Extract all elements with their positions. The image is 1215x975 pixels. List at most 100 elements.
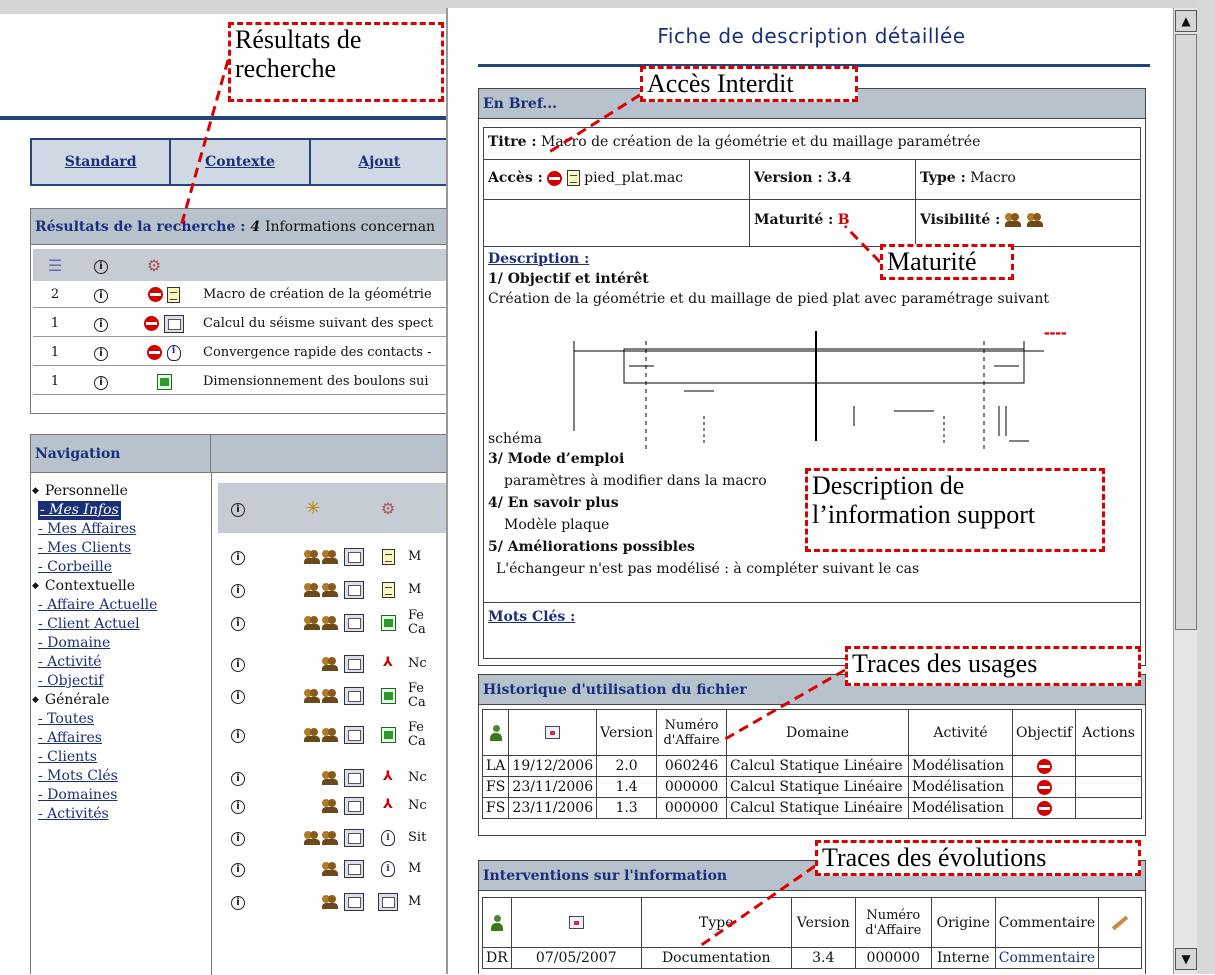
list-row[interactable]: i ⅄ Nc xyxy=(218,790,450,822)
info-icon[interactable]: i xyxy=(218,616,258,631)
results-header: Résultats de la recherche : 4 Informatio… xyxy=(31,209,449,245)
row-title[interactable]: Fe Ca xyxy=(408,609,426,637)
forbidden-icon[interactable] xyxy=(1036,779,1052,795)
access-file-link[interactable]: pied_plat.mac xyxy=(584,170,683,186)
int-type-column: Type xyxy=(640,897,792,948)
nav-item[interactable]: - Objectif xyxy=(30,672,208,691)
pdf-icon: ⅄ xyxy=(383,655,393,670)
list-row[interactable]: i Fe Ca xyxy=(218,719,450,751)
schema-label: schéma xyxy=(488,431,542,447)
visibility-icons xyxy=(258,581,368,599)
info-icon[interactable]: i xyxy=(218,862,258,877)
scroll-up-button[interactable]: ▲ xyxy=(1175,10,1197,32)
nav-item[interactable]: - Mes Infos xyxy=(30,501,208,520)
popup-scrollbar[interactable]: ▲ ▼ xyxy=(1173,8,1197,974)
info-icon[interactable]: i xyxy=(218,657,258,672)
tab-contexte[interactable]: Contexte xyxy=(171,140,311,184)
user-icon xyxy=(489,724,502,741)
nav-item[interactable]: - Mes Clients xyxy=(30,539,208,558)
nav-item[interactable]: - Mes Affaires xyxy=(30,520,208,539)
row-title[interactable]: Fe Ca xyxy=(408,682,426,710)
info-icon[interactable]: i xyxy=(218,799,258,814)
info-icon[interactable]: i xyxy=(77,287,125,303)
list-row[interactable]: i iM xyxy=(218,853,450,885)
forbidden-icon[interactable] xyxy=(1036,758,1052,774)
tab-ajout[interactable]: Ajout xyxy=(311,140,448,184)
type-icon: i xyxy=(368,830,408,846)
visibility-icons xyxy=(258,548,368,566)
list-row[interactable]: i ⅄ Nc xyxy=(218,648,450,680)
row-title[interactable]: Sit xyxy=(408,831,426,845)
access-forbidden-icon xyxy=(547,170,563,186)
nav-item[interactable]: - Client Actuel xyxy=(30,615,208,634)
nav-item[interactable]: - Activité xyxy=(30,653,208,672)
intervention-row: DR 07/05/2007 Documentation 3.4 000000 Intern… xyxy=(482,947,1142,969)
actions-column: Actions xyxy=(1075,709,1142,756)
info-icon[interactable]: i xyxy=(218,771,258,786)
info-icon[interactable]: i xyxy=(77,316,125,332)
row-title[interactable]: M xyxy=(408,550,421,564)
type-icon: ⅄ xyxy=(368,656,408,672)
nav-item[interactable]: - Toutes xyxy=(30,710,208,729)
result-count: 1 xyxy=(50,316,60,331)
result-row[interactable]: 1 i i Convergence rapide des contacts - xyxy=(33,340,447,366)
row-title[interactable]: M xyxy=(408,895,421,909)
info-icon[interactable]: i xyxy=(77,374,125,390)
nav-item[interactable]: - Domaine xyxy=(30,634,208,653)
type-icon xyxy=(368,727,408,743)
list-row[interactable]: i M xyxy=(218,541,450,573)
spreadsheet-icon xyxy=(380,727,396,743)
result-title[interactable]: Calcul du séisme suivant des spect xyxy=(203,316,447,331)
tab-standard[interactable]: Standard xyxy=(32,140,172,184)
result-title[interactable]: Dimensionnement des boulons sui xyxy=(203,374,447,389)
nav-item[interactable]: - Corbeille xyxy=(30,558,208,577)
info-icon[interactable]: i xyxy=(218,831,258,846)
annotation-resultats: Résultats de recherche xyxy=(228,22,444,102)
mots-cles-link[interactable]: Mots Clés : xyxy=(488,609,575,625)
visibility-icons xyxy=(258,655,368,673)
row-title[interactable]: Nc xyxy=(408,799,427,813)
nav-item[interactable]: - Clients xyxy=(30,748,208,767)
row-title[interactable]: M xyxy=(408,862,421,876)
visibility-icons xyxy=(258,614,368,632)
type-header-icon: ⚙ xyxy=(380,498,396,518)
list-row[interactable]: i Fe Ca xyxy=(218,680,450,712)
info-icon[interactable]: i xyxy=(218,689,258,704)
document-icon xyxy=(381,549,395,565)
forbidden-icon[interactable] xyxy=(1036,800,1052,816)
scroll-down-button[interactable]: ▼ xyxy=(1175,948,1197,970)
row-title[interactable]: Nc xyxy=(408,657,427,671)
info-icon[interactable]: i xyxy=(218,583,258,598)
list-row[interactable]: i i Sit xyxy=(218,822,450,854)
result-title[interactable]: Macro de création de la géométrie xyxy=(203,287,447,302)
commentaire-link[interactable]: Commentaire xyxy=(994,947,1100,969)
nav-item[interactable]: - Affaire Actuelle xyxy=(30,596,208,615)
results-column-header: ☰ i ⚙ xyxy=(33,249,447,281)
nav-item[interactable]: - Activités xyxy=(30,805,208,824)
sort-icon[interactable]: ☰ xyxy=(33,256,77,275)
row-title[interactable]: Fe Ca xyxy=(408,721,426,749)
ameliorations-text: L'échangeur n'est pas modélisé : à compl… xyxy=(496,561,920,577)
result-title[interactable]: Convergence rapide des contacts - xyxy=(203,345,447,360)
list-row[interactable]: i M xyxy=(218,574,450,606)
annotation-maturite: Maturité xyxy=(880,244,1014,280)
info-icon[interactable]: i xyxy=(218,728,258,743)
row-title[interactable]: Nc xyxy=(408,771,427,785)
nav-item[interactable]: - Affaires xyxy=(30,729,208,748)
nav-item[interactable]: - Mots Clés xyxy=(30,767,208,786)
info-icon[interactable]: i xyxy=(218,895,258,910)
result-row[interactable]: 1 i Calcul du séisme suivant des spect xyxy=(33,311,447,337)
info-icon[interactable]: i xyxy=(218,550,258,565)
interventions-table: Type Version Numéro d'Affaire Origine Co… xyxy=(482,897,1142,969)
list-row[interactable]: i M xyxy=(218,886,450,918)
result-row[interactable]: 1 i Dimensionnement des boulons sui xyxy=(33,369,447,395)
row-title[interactable]: M xyxy=(408,583,421,597)
scroll-thumb[interactable] xyxy=(1175,34,1197,630)
list-row[interactable]: i Fe Ca xyxy=(218,607,450,639)
nav-item[interactable]: - Domaines xyxy=(30,786,208,805)
result-row[interactable]: 2 i Macro de création de la géométrie xyxy=(33,282,447,308)
bulb-icon: i xyxy=(166,344,181,361)
info-icon[interactable]: i xyxy=(77,345,125,361)
pencil-icon[interactable] xyxy=(1111,915,1129,930)
empty-cell xyxy=(484,200,750,246)
